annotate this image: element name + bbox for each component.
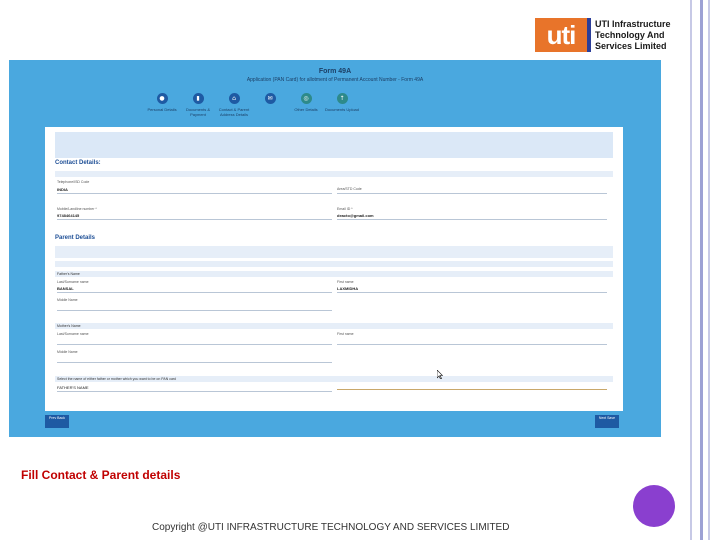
decorative-stripe [700, 0, 703, 540]
field-underline [57, 193, 332, 194]
field-underline [337, 292, 607, 293]
step-documents-upload[interactable]: ↑ Documents Upload [324, 93, 360, 112]
uti-logo: uti UTI Infrastructure Technology And Se… [535, 18, 685, 52]
applicant-summary [55, 132, 613, 158]
next-button[interactable]: Next Save [595, 415, 619, 428]
father-first-name-value[interactable]: LAXMIDHA [337, 286, 358, 291]
field-underline [57, 292, 332, 293]
step-address-2[interactable]: ✉ [252, 93, 288, 107]
upload-icon: ↑ [336, 93, 348, 104]
contact-info-bar [55, 171, 613, 177]
father-first-name-label: First name [337, 280, 354, 284]
mobile-label: Mobile/Landline number * [57, 207, 97, 211]
field-underline [57, 362, 332, 363]
field-underline [57, 219, 332, 220]
decorative-stripe [690, 0, 692, 540]
address-icon: ⌂ [228, 93, 240, 104]
mother-middle-name-label: Middle Name [57, 350, 78, 354]
step-label: Other Details [294, 107, 318, 112]
father-middle-name-label: Middle Name [57, 298, 78, 302]
telephone-value[interactable]: INDIA [57, 187, 68, 192]
telephone-label: Telephone/ISD Code [57, 180, 90, 184]
logo-line-2: Technology And [595, 30, 665, 40]
mouse-cursor-icon [437, 370, 443, 379]
document-icon: ▮ [192, 93, 204, 104]
envelope-icon: ✉ [264, 93, 276, 104]
field-underline [57, 344, 332, 345]
fathers-name-bar: Father's Name [55, 271, 613, 277]
logo-line-1: UTI Infrastructure [595, 19, 671, 29]
std-code-label: Area/STD Code [337, 187, 362, 191]
field-underline [337, 193, 607, 194]
form-subtitle: Application (PAN Card) for allotment of … [246, 77, 424, 83]
details-icon: ◎ [300, 93, 312, 104]
decorative-circle [633, 485, 675, 527]
step-personal-details[interactable]: ● Personal Details [144, 93, 180, 112]
summary-row [55, 147, 613, 152]
select-parent-dropdown[interactable]: FATHER'S NAME [57, 385, 89, 390]
slide-caption: Fill Contact & Parent details [21, 468, 181, 482]
copyright-footer: Copyright @UTI INFRASTRUCTURE TECHNOLOGY… [152, 522, 510, 533]
decorative-stripe [708, 0, 710, 540]
step-documents-payment[interactable]: ▮ Documents & Payment [180, 93, 216, 117]
prev-button[interactable]: Prev Back [45, 415, 69, 428]
parent-info-bar [55, 246, 613, 258]
step-progress: ● Personal Details ▮ Documents & Payment… [144, 93, 364, 123]
step-contact-address[interactable]: ⌂ Contact & Parent Address Details [216, 93, 252, 117]
step-other-details[interactable]: ◎ Other Details [288, 93, 324, 112]
step-label: Personal Details [147, 107, 177, 112]
select-parent-bar: Select the name of either father or moth… [55, 376, 613, 382]
form-title: Form 49A [318, 68, 352, 75]
form-panel: Contact Details: Telephone/ISD Code INDI… [45, 127, 623, 411]
email-value[interactable]: deacto@gmail.com [337, 213, 374, 218]
logo-mark: uti [535, 18, 591, 52]
logo-line-3: Services Limited [595, 41, 667, 51]
field-underline [57, 391, 332, 392]
email-label: Email ID * [337, 207, 353, 211]
field-underline [337, 219, 607, 220]
mother-last-name-label: Last/Surname name [57, 332, 89, 336]
form-screenshot: Form 49A Application (PAN Card) for allo… [9, 60, 661, 437]
mother-first-name-label: First name [337, 332, 354, 336]
contact-details-heading: Contact Details: [55, 160, 101, 166]
step-label: Documents Upload [324, 107, 360, 112]
field-underline [57, 310, 332, 311]
logo-text: UTI Infrastructure Technology And Servic… [595, 19, 685, 52]
parent-option-bar [55, 261, 613, 267]
person-icon: ● [156, 93, 168, 104]
step-label: Contact & Parent Address Details [218, 107, 250, 117]
father-last-name-label: Last/Surname name [57, 280, 89, 284]
parent-details-heading: Parent Details [55, 235, 96, 241]
field-underline [337, 344, 607, 345]
consent-note-line [337, 389, 607, 390]
mothers-name-bar: Mother's Name [55, 323, 613, 329]
father-last-name-value[interactable]: BANSAL [57, 286, 74, 291]
mobile-value[interactable]: 9748464145 [57, 213, 79, 218]
step-label: Documents & Payment [185, 107, 210, 117]
